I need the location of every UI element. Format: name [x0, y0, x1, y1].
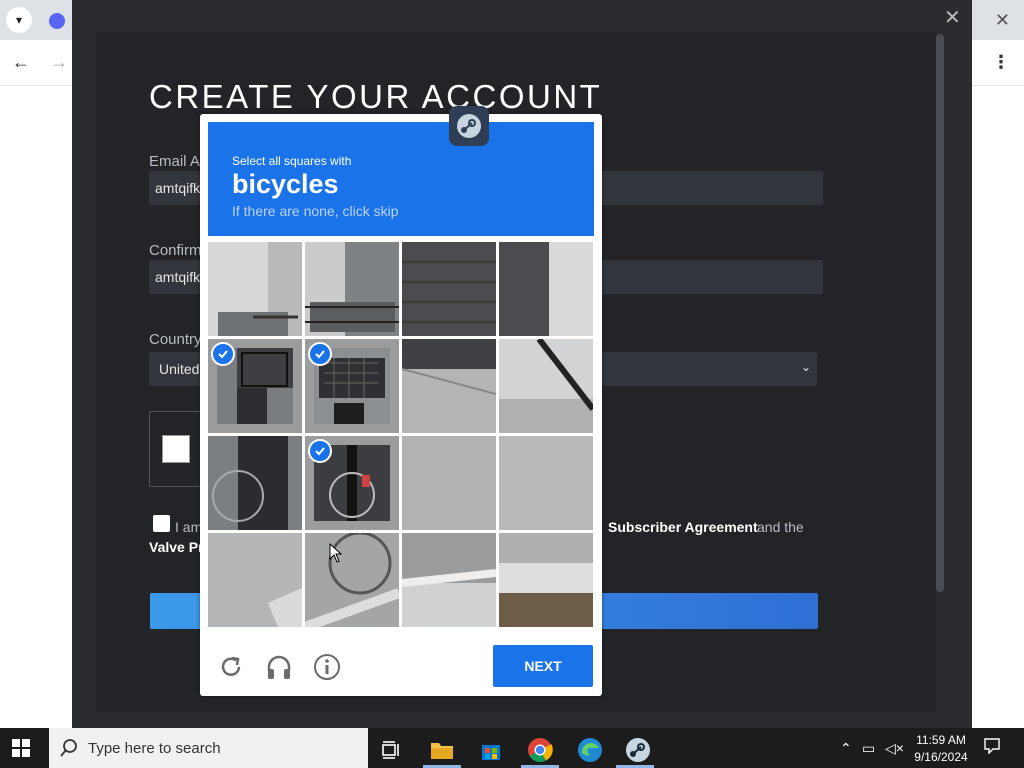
captcha-tile-selected[interactable]	[305, 436, 399, 530]
info-icon[interactable]	[313, 653, 341, 686]
modal-close-button[interactable]: ✕	[944, 5, 961, 30]
email-label: Email Ac	[149, 153, 208, 170]
captcha-tile[interactable]	[305, 242, 399, 336]
page-title: CREATE YOUR ACCOUNT	[149, 78, 603, 115]
file-explorer-icon[interactable]	[426, 734, 458, 766]
country-value: United	[159, 361, 200, 377]
confirm-email-value: amtqifk	[155, 269, 201, 285]
agree-checkbox[interactable]	[153, 515, 170, 532]
close-icon[interactable]: ✕	[995, 10, 1010, 31]
captcha-tile[interactable]	[499, 339, 593, 433]
captcha-tile[interactable]	[402, 242, 496, 336]
captcha-tile[interactable]	[208, 242, 302, 336]
captcha-image-grid	[208, 242, 594, 628]
scrollbar[interactable]	[936, 34, 944, 592]
captcha-tile[interactable]	[402, 436, 496, 530]
agree-text-rest: and the	[757, 519, 804, 535]
edge-icon[interactable]	[574, 734, 606, 766]
chevron-down-icon[interactable]: ▾	[6, 7, 32, 33]
mouse-cursor-icon	[329, 542, 343, 568]
captcha-tile[interactable]	[499, 533, 593, 627]
captcha-tile[interactable]	[208, 436, 302, 530]
captcha-tile[interactable]	[499, 242, 593, 336]
captcha-tile-selected[interactable]	[208, 339, 302, 433]
clock-time: 11:59 AM	[916, 733, 966, 747]
chevron-down-icon: ⌄	[801, 360, 812, 374]
captcha-checkbox[interactable]	[162, 435, 190, 463]
discord-icon[interactable]	[44, 8, 70, 34]
checkmark-icon	[308, 439, 332, 463]
checkmark-icon	[211, 342, 235, 366]
privacy-policy-link[interactable]: Valve Pr	[149, 539, 204, 555]
clock-date: 9/16/2024	[914, 750, 968, 764]
steam-logo-icon	[449, 106, 489, 146]
captcha-tile[interactable]	[305, 533, 399, 627]
subscriber-agreement-link[interactable]: Subscriber Agreement	[608, 519, 758, 535]
microsoft-store-icon[interactable]	[475, 734, 507, 766]
captcha-tile-selected[interactable]	[305, 339, 399, 433]
checkmark-icon	[308, 342, 332, 366]
agree-text: I am	[175, 519, 203, 535]
captcha-prompt-word: bicycles	[232, 169, 339, 199]
country-label: Country	[149, 331, 202, 348]
captcha-tile[interactable]	[208, 533, 302, 627]
back-button[interactable]: ←	[12, 52, 30, 73]
email-value: amtqifk	[155, 180, 201, 196]
steam-icon[interactable]	[622, 734, 654, 766]
notification-icon[interactable]	[984, 738, 1000, 757]
search-icon	[60, 739, 77, 757]
headphones-icon[interactable]	[265, 653, 293, 686]
next-button[interactable]: NEXT	[493, 645, 593, 687]
network-icon[interactable]: ▭	[862, 740, 875, 757]
browser-menu-button[interactable]: ⋮	[992, 52, 1010, 73]
chrome-icon[interactable]	[524, 734, 556, 766]
volume-muted-icon[interactable]: ◁×	[885, 740, 904, 757]
chevron-up-icon[interactable]: ⌃	[840, 740, 852, 757]
captcha-tile[interactable]	[499, 436, 593, 530]
captcha-tile[interactable]	[402, 533, 496, 627]
captcha-prompt-prefix: Select all squares with	[232, 154, 352, 168]
confirm-email-label: Confirm	[149, 242, 202, 259]
system-clock[interactable]: 11:59 AM 9/16/2024	[906, 732, 976, 766]
refresh-icon[interactable]	[218, 654, 244, 685]
forward-button[interactable]: →	[50, 52, 68, 73]
taskbar-search-placeholder: Type here to search	[88, 740, 221, 757]
windows-start-icon[interactable]	[12, 739, 30, 762]
captcha-tile[interactable]	[402, 339, 496, 433]
task-view-icon[interactable]	[376, 734, 408, 766]
captcha-prompt-hint: If there are none, click skip	[232, 203, 399, 219]
captcha-prompt-header: Select all squares with bicycles If ther…	[208, 122, 594, 236]
